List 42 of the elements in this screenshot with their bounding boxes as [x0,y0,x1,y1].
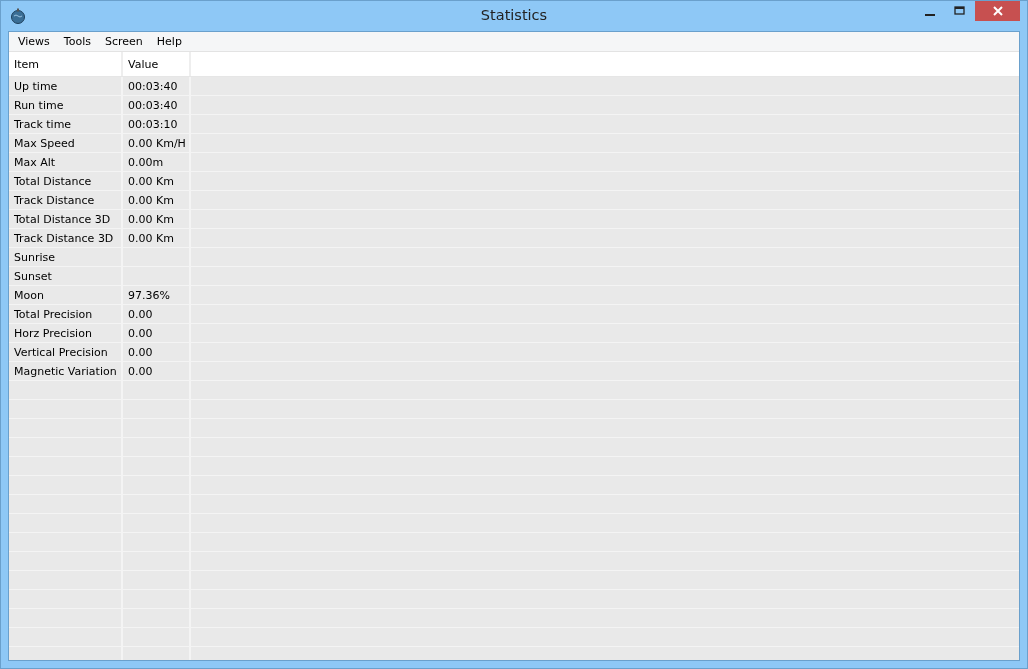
table-cell: 0.00 [128,307,153,321]
minimize-icon [925,13,935,16]
table-cell: Total Precision [14,307,93,321]
globe-icon [10,8,26,24]
table-cell: 97.36% [128,288,170,302]
table-cell: Horz Precision [14,326,92,340]
table-cell: 0.00 [128,345,153,359]
table-cell: Track time [14,117,72,131]
close-icon [991,6,1004,16]
table-cell: Track Distance [14,193,95,207]
table-cell: Sunset [14,269,52,283]
table-cell: 0.00 [128,326,153,340]
table-cell: Total Distance 3D [14,212,111,226]
table-cell: Track Distance 3D [14,231,114,245]
menu-item[interactable]: Views [11,35,57,48]
close-button[interactable] [975,1,1020,21]
menu-item[interactable]: Screen [97,35,150,48]
table-cell: Up time [14,79,58,93]
table-cell: Run time [14,98,64,112]
menu-item[interactable]: Tools [56,35,98,48]
table-cell: Total Distance [14,174,92,188]
table-cell: 0.00 [128,364,153,378]
table-cell: 00:03:40 [128,98,178,112]
table-cell: 0.00 Km [128,231,174,245]
column-header[interactable]: Value [123,52,191,76]
window-title: Statistics [480,7,548,23]
table-cell: 00:03:40 [128,79,178,93]
table-cell: Vertical Precision [14,345,108,359]
column-header[interactable]: Item [9,52,123,76]
table-cell: Sunrise [14,250,55,264]
table-cell: 0.00 Km [128,212,174,226]
table-cell: 0.00 Km [128,174,174,188]
table-cell: Max Speed [14,136,75,150]
table-cell: Moon [14,288,44,302]
table-cell: Max Alt [14,155,56,169]
table-cell: 0.00 Km/H [128,136,186,150]
maximize-icon [954,6,966,16]
table-cell: 00:03:10 [128,117,178,131]
table-cell: Magnetic Variation [14,364,117,378]
menu-item[interactable]: Help [149,35,189,48]
table-cell: 0.00 Km [128,193,174,207]
table-cell: 0.00m [128,155,164,169]
